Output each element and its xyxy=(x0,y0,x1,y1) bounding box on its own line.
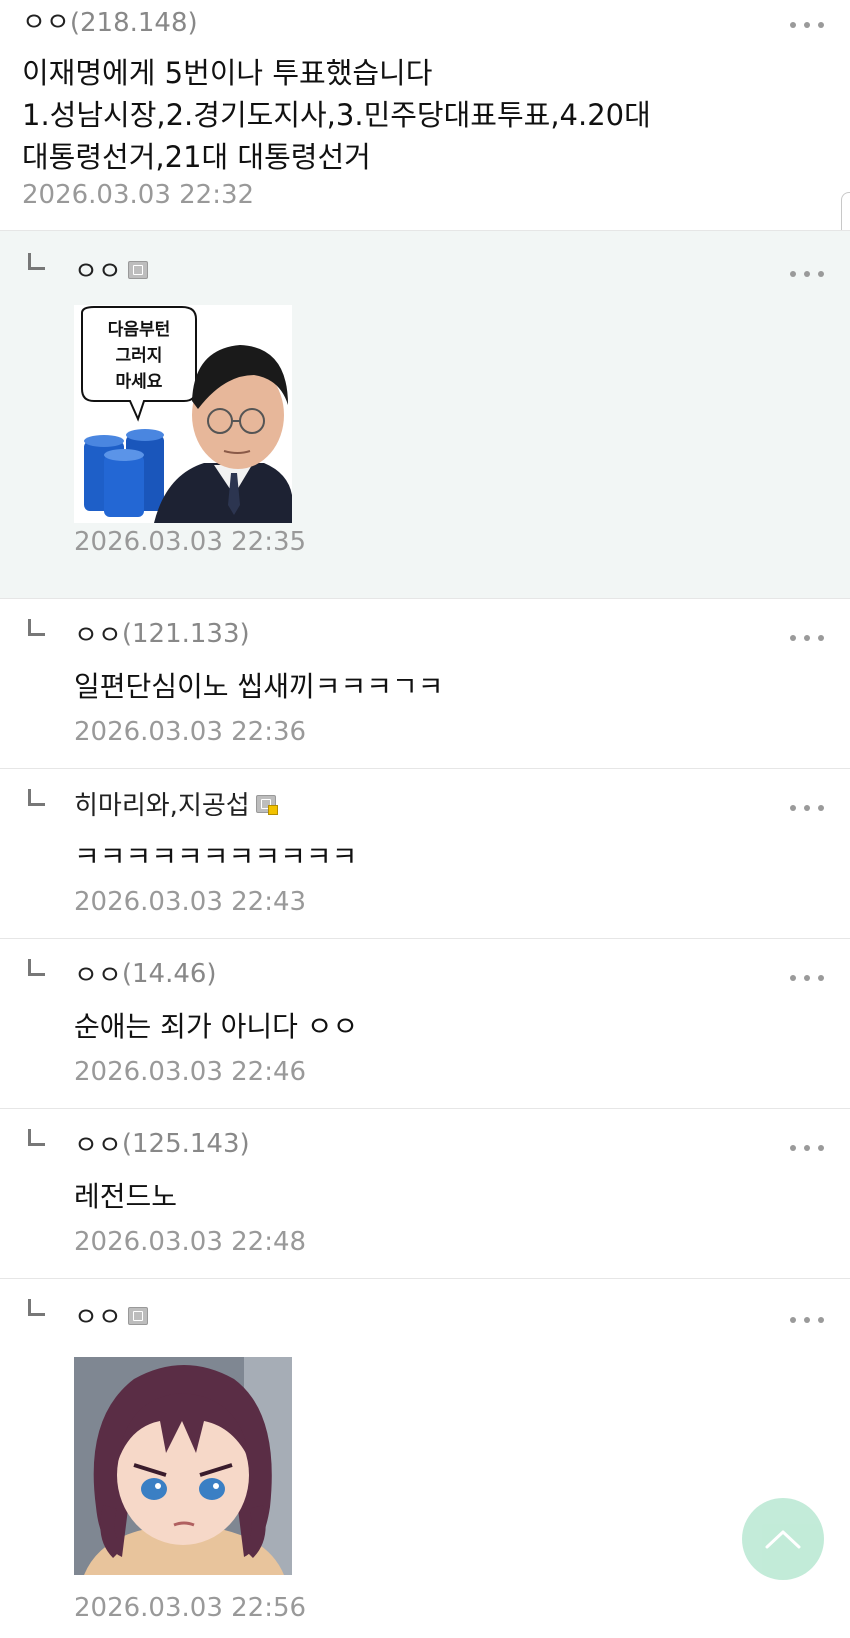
reply-date: 2026.03.03 22:48 xyxy=(74,1227,307,1257)
comment-image[interactable]: 다음부턴 그러지 마세요 xyxy=(74,305,292,523)
reply-nick: 히마리와,지공섭 xyxy=(74,791,250,821)
reply-arrow-icon xyxy=(28,1299,45,1316)
post-date: 2026.03.03 22:32 xyxy=(22,180,255,210)
bubble-line: 그러지 xyxy=(116,346,163,366)
reply-ip: (14.46) xyxy=(121,958,217,989)
reply-arrow-icon xyxy=(28,253,45,270)
more-dots-icon[interactable] xyxy=(790,973,824,983)
reply-author[interactable]: ㅇㅇ xyxy=(74,1297,148,1334)
reply-item: ㅇㅇ (125.143) 레전드노 2026.03.03 22:48 xyxy=(0,1108,850,1279)
reply-nick: ㅇㅇ xyxy=(74,257,122,287)
anime-girl-image xyxy=(74,1357,292,1575)
post-line: 이재명에게 5번이나 투표했습니다 xyxy=(22,56,433,90)
reply-date: 2026.03.03 22:43 xyxy=(74,887,307,917)
reply-text: 일편단심이노 씹새끼ㅋㅋㅋㄱㅋ xyxy=(74,670,444,703)
reply-author[interactable]: ㅇㅇ (125.143) xyxy=(74,1125,250,1162)
post-body: 이재명에게 5번이나 투표했습니다 1.성남시장,2.경기도지사,3.민주당대표… xyxy=(22,52,802,178)
reply-arrow-icon xyxy=(28,789,45,806)
bubble-line: 마세요 xyxy=(116,372,163,392)
gallery-member-badge-icon xyxy=(255,794,278,815)
reply-ip: (125.143) xyxy=(121,1128,250,1159)
reply-date: 2026.03.03 22:46 xyxy=(74,1057,307,1087)
reply-author[interactable]: ㅇㅇ (14.46) xyxy=(74,955,217,992)
reply-arrow-icon xyxy=(28,619,45,636)
reply-item: ㅇㅇ 2026.03.03 22:56 xyxy=(0,1278,850,1638)
reply-item: ㅇㅇ (14.46) 순애는 죄가 아니다 ㅇㅇ 2026.03.03 22:46 xyxy=(0,938,850,1109)
reply-text: ㅋㅋㅋㅋㅋㅋㅋㅋㅋㅋㅋ xyxy=(74,840,358,873)
reply-author[interactable]: ㅇㅇ xyxy=(74,251,148,288)
reply-nick: ㅇㅇ xyxy=(74,1131,122,1161)
comment-image[interactable] xyxy=(74,1357,292,1575)
more-dots-icon[interactable] xyxy=(790,633,824,643)
reply-text: 순애는 죄가 아니다 ㅇㅇ xyxy=(74,1010,359,1043)
bubble-line: 다음부턴 xyxy=(108,320,171,340)
reply-ip: (121.133) xyxy=(121,618,250,649)
reply-nick: ㅇㅇ xyxy=(74,621,122,651)
reply-nick: ㅇㅇ xyxy=(74,961,122,991)
more-dots-icon[interactable] xyxy=(790,1143,824,1153)
reply-item: ㅇㅇ (121.133) 일편단심이노 씹새끼ㅋㅋㅋㄱㅋ 2026.03.03 2… xyxy=(0,598,850,769)
reply-text: 레전드노 xyxy=(74,1180,178,1213)
reply-date: 2026.03.03 22:36 xyxy=(74,717,307,747)
scroll-top-button[interactable] xyxy=(742,1498,824,1580)
post-author[interactable]: ㅇㅇ(218.148) xyxy=(22,2,198,39)
member-badge-icon xyxy=(127,260,148,279)
more-dots-icon[interactable] xyxy=(790,803,824,813)
main-post: ㅇㅇ(218.148) 이재명에게 5번이나 투표했습니다 1.성남시장,2.경… xyxy=(0,0,850,230)
reply-nick: ㅇㅇ xyxy=(74,1303,122,1333)
reply-item: ㅇㅇ 다음부턴 그러지 마세요 2026.03.03 22:35 xyxy=(0,230,850,599)
reply-arrow-icon xyxy=(28,1129,45,1146)
politician-meme-image: 다음부턴 그러지 마세요 xyxy=(74,305,292,523)
more-dots-icon[interactable] xyxy=(790,269,824,279)
more-dots-icon[interactable] xyxy=(790,1315,824,1325)
member-badge-icon xyxy=(127,1306,148,1325)
reply-item: 히마리와,지공섭 ㅋㅋㅋㅋㅋㅋㅋㅋㅋㅋㅋ 2026.03.03 22:43 xyxy=(0,768,850,939)
post-line: 대통령선거,21대 대통령선거 xyxy=(22,140,371,174)
chevron-up-icon xyxy=(765,1530,801,1549)
post-line: 1.성남시장,2.경기도지사,3.민주당대표투표,4.20대 xyxy=(22,98,651,132)
reply-author[interactable]: 히마리와,지공섭 xyxy=(74,785,278,822)
reply-arrow-icon xyxy=(28,959,45,976)
reply-date: 2026.03.03 22:56 xyxy=(74,1593,307,1623)
reply-date: 2026.03.03 22:35 xyxy=(74,527,307,557)
reply-author[interactable]: ㅇㅇ (121.133) xyxy=(74,615,250,652)
post-nick: ㅇㅇ xyxy=(22,8,70,38)
post-ip: (218.148) xyxy=(69,8,198,38)
more-dots-icon[interactable] xyxy=(790,20,824,30)
